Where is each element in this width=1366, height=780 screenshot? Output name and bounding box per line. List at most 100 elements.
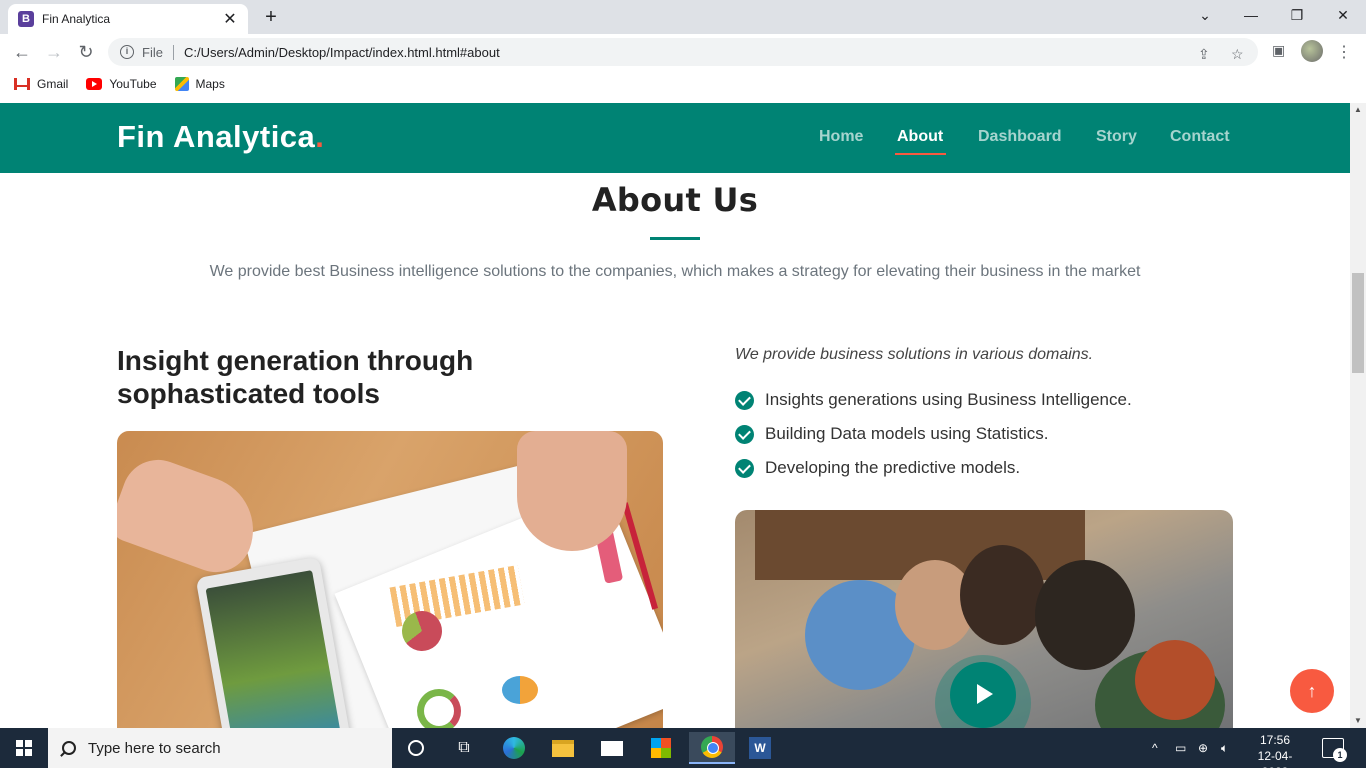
browser-tab-strip: B Fin Analytica ✕ + ⌄ — ❐ ✕ <box>0 0 1366 34</box>
play-video-button[interactable] <box>950 662 1016 728</box>
notification-badge: 1 <box>1333 748 1347 762</box>
windows-logo-icon <box>16 740 32 756</box>
domains-intro: We provide business solutions in various… <box>735 346 1094 363</box>
insight-heading: Insight generation through sophasticated… <box>117 345 474 409</box>
logo-text: Fin Analytica <box>117 119 316 154</box>
site-header: Fin Analytica. Home About Dashboard Stor… <box>0 103 1350 173</box>
cortana-icon <box>408 740 424 756</box>
taskbar-clock[interactable]: 17:56 12-04-2023 <box>1246 732 1304 780</box>
hand-graphic <box>117 449 269 583</box>
page-scrollbar[interactable]: ▲ ▼ <box>1350 103 1366 728</box>
taskbar-file-explorer[interactable] <box>543 732 583 764</box>
battery-icon[interactable]: ▭ <box>1175 728 1186 768</box>
address-bar[interactable]: i File C:/Users/Admin/Desktop/Impact/ind… <box>108 38 1258 66</box>
bookmark-star-icon[interactable]: ☆ <box>1231 46 1244 63</box>
youtube-icon <box>86 78 103 90</box>
bookmarks-bar: Gmail YouTube Maps <box>0 70 1366 98</box>
pie-chart-graphic <box>502 676 538 704</box>
bookmark-maps[interactable]: Maps <box>174 77 225 91</box>
start-button[interactable] <box>0 728 48 768</box>
list-item: Developing the predictive models. <box>735 451 1132 485</box>
side-panel-icon[interactable]: ▣ <box>1272 42 1285 59</box>
search-placeholder: Type here to search <box>88 739 221 757</box>
person-graphic <box>1135 640 1215 720</box>
clock-time: 17:56 <box>1259 733 1291 747</box>
check-circle-icon <box>735 458 754 478</box>
reload-icon[interactable]: ↻ <box>74 40 98 64</box>
hand-graphic <box>517 431 627 551</box>
edge-icon <box>503 737 525 759</box>
profile-avatar[interactable] <box>1301 40 1323 62</box>
browser-tab[interactable]: B Fin Analytica ✕ <box>8 4 248 34</box>
tab-close-icon[interactable]: ✕ <box>222 9 238 29</box>
minimize-button[interactable]: — <box>1228 0 1274 30</box>
site-logo[interactable]: Fin Analytica. <box>117 119 324 155</box>
nav-about[interactable]: About <box>897 128 943 146</box>
taskbar-word[interactable]: W <box>740 732 780 764</box>
restore-button[interactable]: ❐ <box>1274 0 1320 30</box>
list-item: Building Data models using Statistics. <box>735 417 1132 451</box>
tab-search-chevron-icon[interactable]: ⌄ <box>1182 0 1228 30</box>
list-item-text: Building Data models using Statistics. <box>765 424 1049 443</box>
info-icon[interactable]: i <box>120 45 134 59</box>
clock-date: 12-04-2023 <box>1257 749 1293 779</box>
scroll-up-icon[interactable]: ▲ <box>1350 103 1366 117</box>
back-arrow-icon[interactable]: ← <box>10 40 34 64</box>
cortana-button[interactable] <box>396 732 436 764</box>
bookmark-label: YouTube <box>109 77 157 91</box>
nav-contact[interactable]: Contact <box>1170 128 1230 146</box>
taskbar-chrome[interactable] <box>689 732 735 764</box>
mail-icon <box>601 740 623 756</box>
nav-home[interactable]: Home <box>819 128 863 146</box>
taskbar-edge[interactable] <box>494 732 534 764</box>
bookmark-label: Gmail <box>37 77 69 91</box>
bookmark-gmail[interactable]: Gmail <box>14 77 68 91</box>
browser-toolbar: ← → ↻ i File C:/Users/Admin/Desktop/Impa… <box>0 34 1366 70</box>
close-window-button[interactable]: ✕ <box>1320 0 1366 30</box>
store-icon <box>651 738 671 758</box>
tab-favicon-icon: B <box>18 11 34 27</box>
donut-chart-graphic <box>417 689 461 728</box>
network-icon[interactable]: ⊕ <box>1198 728 1208 768</box>
word-icon: W <box>749 737 771 759</box>
forward-arrow-icon[interactable]: → <box>42 40 66 64</box>
gmail-icon <box>14 78 30 90</box>
analytics-desk-image <box>117 431 663 728</box>
scroll-thumb[interactable] <box>1352 273 1364 373</box>
page-viewport: Fin Analytica. Home About Dashboard Stor… <box>0 103 1350 728</box>
search-icon <box>62 741 76 755</box>
person-graphic <box>960 545 1045 645</box>
file-label: File <box>142 44 174 60</box>
taskbar-search-box[interactable]: Type here to search <box>48 728 392 768</box>
show-hidden-icons[interactable]: ^ <box>1152 728 1158 768</box>
windows-taskbar: Type here to search ⧉ W ^ ▭ ⊕ 🔈︎ 17:56 1… <box>0 728 1366 779</box>
task-view-icon: ⧉ <box>458 739 470 756</box>
title-divider <box>650 237 700 240</box>
check-circle-icon <box>735 424 754 444</box>
taskbar-mail[interactable] <box>592 732 632 764</box>
section-title: About Us <box>591 181 759 219</box>
list-item-text: Developing the predictive models. <box>765 458 1021 477</box>
feature-checklist: Insights generations using Business Inte… <box>735 383 1132 485</box>
back-to-top-button[interactable]: ↑ <box>1290 669 1334 713</box>
scroll-down-icon[interactable]: ▼ <box>1350 714 1366 728</box>
taskbar-store[interactable] <box>641 732 681 764</box>
active-nav-underline <box>895 153 946 155</box>
nav-dashboard[interactable]: Dashboard <box>978 128 1062 146</box>
share-icon[interactable]: ⇪ <box>1198 46 1210 63</box>
volume-icon[interactable]: 🔈︎ <box>1221 728 1228 768</box>
new-tab-button[interactable]: + <box>258 4 284 30</box>
task-view-button[interactable]: ⧉ <box>444 732 484 764</box>
nav-story[interactable]: Story <box>1096 128 1137 146</box>
person-graphic <box>1035 560 1135 670</box>
folder-icon <box>552 739 574 757</box>
list-item-text: Insights generations using Business Inte… <box>765 390 1132 409</box>
list-item: Insights generations using Business Inte… <box>735 383 1132 417</box>
browser-menu-icon[interactable]: ⋮ <box>1336 42 1352 62</box>
tab-title: Fin Analytica <box>42 12 111 26</box>
maps-icon <box>174 77 189 91</box>
section-description: We provide best Business intelligence so… <box>209 263 1141 280</box>
team-video-thumbnail[interactable] <box>735 510 1233 728</box>
bookmark-youtube[interactable]: YouTube <box>86 77 157 91</box>
url-text[interactable]: C:/Users/Admin/Desktop/Impact/index.html… <box>184 45 500 60</box>
